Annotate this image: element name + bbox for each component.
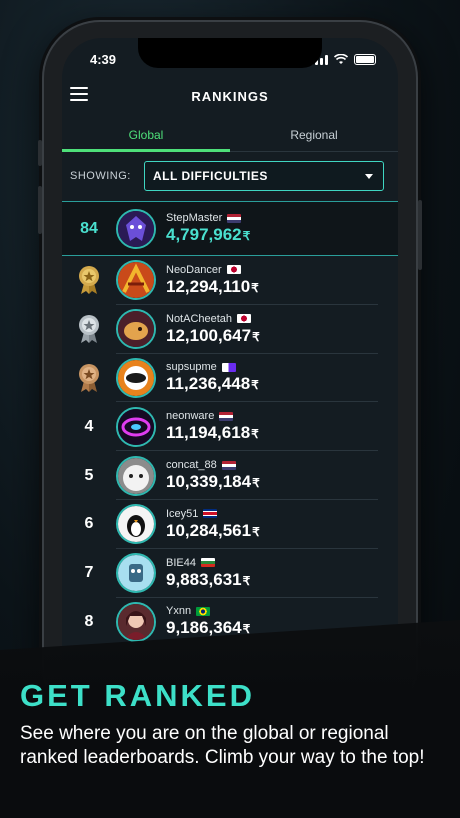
- promo-headline: GET RANKED: [20, 678, 255, 713]
- currency-icon: ₹: [242, 573, 251, 588]
- player-name: StepMaster: [166, 212, 223, 224]
- player-name: concat_88: [166, 459, 217, 472]
- difficulty-filter: SHOWING: ALL DIFFICULTIES: [62, 160, 398, 192]
- leaderboard-row[interactable]: supsupme 11,236,448₹: [62, 354, 398, 403]
- currency-icon: ₹: [251, 427, 259, 442]
- leaderboard-row[interactable]: 7 BIE44 9,883,631₹: [62, 549, 398, 598]
- flag-jp-icon: [237, 314, 252, 324]
- flag-icon: [200, 558, 215, 568]
- flag-us-icon: [227, 213, 242, 223]
- avatar: [116, 309, 156, 350]
- notch: [138, 38, 322, 68]
- score-value: 11,236,448: [166, 374, 251, 394]
- player-score: 12,100,647₹: [166, 326, 260, 346]
- leaderboard-list: 84 StepMaster 4,797,962₹ NeoDancer 12,29…: [62, 201, 398, 647]
- currency-icon: ₹: [251, 280, 259, 295]
- flag-us-icon: [221, 460, 236, 470]
- tab-global[interactable]: Global: [62, 118, 230, 152]
- promo-panel: GET RANKED See where you are on the glob…: [0, 620, 460, 818]
- avatar: [116, 601, 156, 642]
- rank-number: 84: [80, 219, 98, 237]
- avatar: [116, 208, 156, 249]
- avatar: [116, 553, 156, 594]
- flag-us-icon: [219, 411, 234, 421]
- avatar: [116, 455, 156, 496]
- flag-jp-icon: [226, 265, 241, 275]
- score-value: 11,194,618: [166, 423, 251, 443]
- battery-icon: [354, 54, 376, 65]
- phone-side-button: [418, 200, 422, 270]
- tab-regional[interactable]: Regional: [230, 118, 398, 151]
- currency-icon: ₹: [242, 229, 251, 243]
- currency-icon: ₹: [252, 476, 260, 491]
- avatar: [116, 406, 156, 447]
- my-rank-row[interactable]: 84 StepMaster 4,797,962₹: [62, 201, 398, 256]
- silver-medal-icon: [62, 314, 116, 344]
- leaderboard-row[interactable]: NeoDancer 12,294,110₹: [62, 256, 398, 305]
- avatar: [116, 504, 156, 545]
- player-score: 10,284,561₹: [166, 521, 260, 541]
- phone-side-button: [38, 140, 42, 166]
- avatar: [116, 260, 156, 301]
- menu-icon[interactable]: [70, 87, 88, 101]
- player-score: 11,236,448₹: [166, 374, 259, 394]
- score-value: 9,883,631: [166, 569, 242, 589]
- score-value: 12,294,110: [166, 276, 251, 296]
- gold-medal-icon: [62, 265, 116, 295]
- player-name: neonware: [166, 410, 215, 423]
- phone-side-button: [38, 186, 42, 234]
- ranking-tabs: Global Regional: [62, 118, 398, 152]
- rank-number: 7: [84, 564, 94, 582]
- leaderboard-row[interactable]: 5 concat_88 10,339,184₹: [62, 451, 398, 500]
- player-score: 11,194,618₹: [166, 423, 259, 443]
- currency-icon: ₹: [252, 329, 260, 344]
- rank-number: 6: [84, 515, 94, 533]
- wifi-icon: [334, 54, 348, 64]
- currency-icon: ₹: [251, 378, 259, 393]
- app-screen: 4:39 RANKINGS Global Regional SHOWING: A…: [62, 38, 398, 718]
- player-score: 9,883,631₹: [166, 570, 250, 590]
- app-header: RANKINGS: [62, 78, 398, 114]
- rank-number: 5: [84, 466, 94, 484]
- leaderboard-row[interactable]: NotACheetah 12,100,647₹: [62, 305, 398, 354]
- status-time: 4:39: [90, 52, 117, 67]
- player-name: supsupme: [166, 361, 217, 374]
- score-value: 9,186,364: [166, 618, 242, 638]
- chevron-down-icon: [365, 174, 373, 179]
- page-title: RANKINGS: [191, 88, 269, 104]
- player-name: BIE44: [166, 556, 196, 569]
- player-score: 12,294,110₹: [166, 277, 259, 297]
- rank-number: 4: [84, 417, 94, 435]
- flag-br-icon: [196, 606, 211, 616]
- player-name: Icey51: [166, 507, 199, 520]
- player-name: NotACheetah: [166, 312, 233, 325]
- difficulty-select-value: ALL DIFFICULTIES: [153, 169, 268, 183]
- score-value: 12,100,647: [166, 325, 252, 345]
- player-score: 4,797,962₹: [166, 225, 250, 245]
- rank-number: 8: [84, 612, 94, 630]
- score-value: 10,284,561: [166, 520, 252, 540]
- bronze-medal-icon: [62, 363, 116, 393]
- score-value: 4,797,962: [166, 225, 242, 244]
- score-value: 10,339,184: [166, 472, 252, 492]
- leaderboard-row[interactable]: 6 Icey51 10,284,561₹: [62, 500, 398, 549]
- player-name: NeoDancer: [166, 263, 222, 276]
- promo-description: See where you are on the global or regio…: [20, 723, 425, 768]
- player-name: Yxnn: [166, 605, 192, 618]
- difficulty-select[interactable]: ALL DIFFICULTIES: [144, 161, 384, 191]
- player-score: 10,339,184₹: [166, 472, 260, 492]
- filter-label: SHOWING:: [70, 170, 131, 182]
- flag-cr-icon: [203, 509, 218, 519]
- leaderboard-row[interactable]: 4 neonware 11,194,618₹: [62, 402, 398, 451]
- currency-icon: ₹: [252, 524, 260, 539]
- avatar: [116, 357, 156, 398]
- flag-icon: [221, 362, 236, 372]
